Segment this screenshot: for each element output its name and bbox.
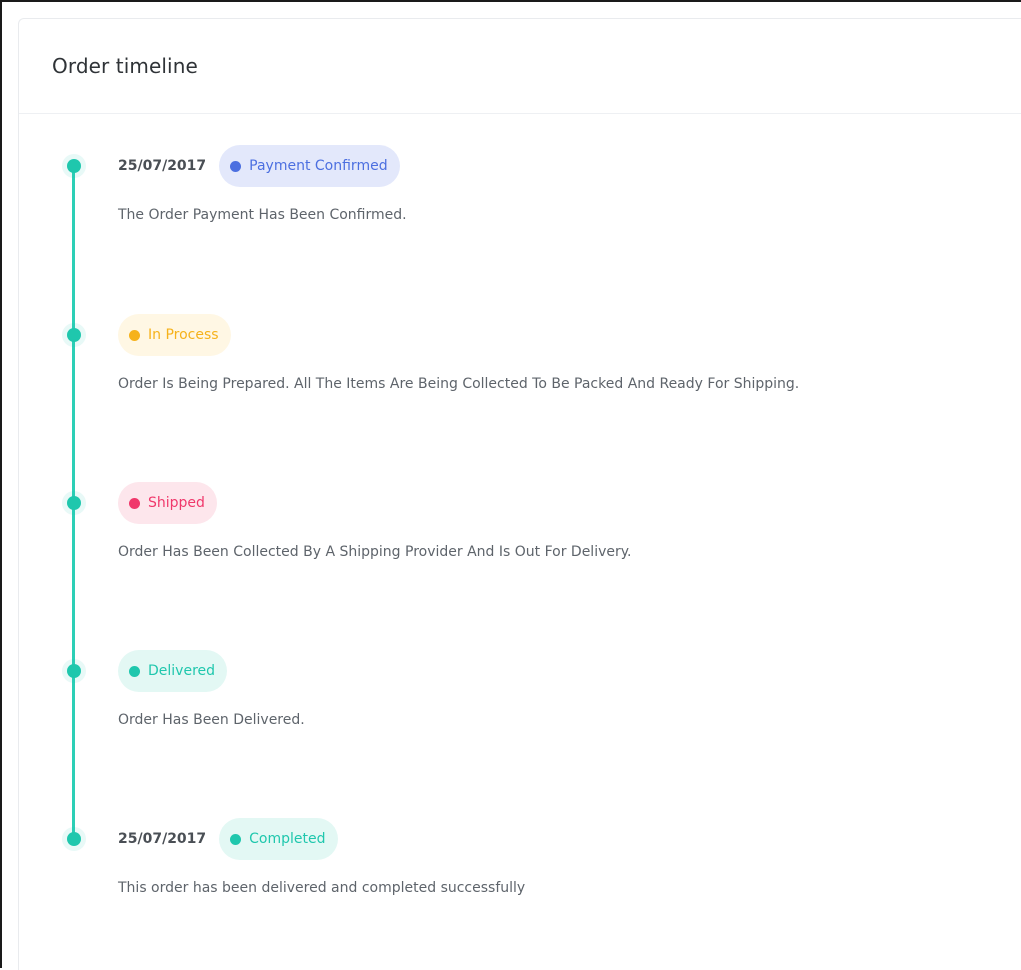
timeline-dot	[67, 159, 81, 173]
entry-header: In Process	[118, 314, 799, 356]
entry-header: Delivered	[118, 650, 305, 692]
card-title: Order timeline	[52, 54, 198, 78]
status-label: Completed	[249, 831, 326, 847]
timeline-dot	[67, 664, 81, 678]
status-dot-icon	[129, 497, 140, 509]
status-dot-icon	[230, 160, 242, 172]
entry-header: 25/07/2017 Payment Confirmed	[118, 145, 407, 187]
order-timeline-card: Order timeline 25/07/2017 Payment Confir…	[18, 18, 1021, 970]
status-badge: In Process	[118, 314, 231, 356]
entry-date: 25/07/2017	[118, 831, 207, 847]
entry-description: Order Is Being Prepared. All The Items A…	[118, 376, 800, 392]
timeline-entry-shipped: Shipped Order Has Been Collected By A Sh…	[118, 482, 631, 562]
entry-header: 25/07/2017 Completed	[118, 818, 525, 860]
status-label: In Process	[148, 327, 219, 343]
timeline-entry-in-process: In Process Order Is Being Prepared. All …	[118, 314, 799, 394]
entry-description: Order Has Been Collected By A Shipping P…	[118, 544, 632, 560]
timeline-dot	[67, 496, 81, 510]
entry-description: The Order Payment Has Been Confirmed.	[118, 207, 407, 223]
timeline-entry-delivered: Delivered Order Has Been Delivered.	[118, 650, 305, 730]
entry-description: Order Has Been Delivered.	[118, 712, 305, 728]
status-badge: Shipped	[118, 482, 217, 524]
timeline-dot	[67, 832, 81, 846]
status-label: Shipped	[148, 495, 205, 511]
timeline-dot	[67, 328, 81, 342]
card-header: Order timeline	[19, 19, 1021, 114]
status-label: Payment Confirmed	[249, 158, 388, 174]
timeline-entry-completed: 25/07/2017 Completed This order has been…	[118, 818, 525, 898]
status-badge: Delivered	[118, 650, 228, 692]
entry-header: Shipped	[118, 482, 631, 524]
status-label: Delivered	[148, 663, 216, 679]
status-badge: Completed	[219, 818, 338, 860]
status-badge: Payment Confirmed	[219, 145, 400, 187]
timeline-entry-payment-confirmed: 25/07/2017 Payment Confirmed The Order P…	[118, 145, 407, 225]
status-dot-icon	[129, 665, 140, 677]
status-dot-icon	[129, 329, 140, 341]
status-dot-icon	[230, 833, 242, 845]
entry-description: This order has been delivered and comple…	[118, 880, 526, 896]
page-frame: Order timeline 25/07/2017 Payment Confir…	[0, 0, 1021, 970]
entry-date: 25/07/2017	[118, 158, 207, 174]
